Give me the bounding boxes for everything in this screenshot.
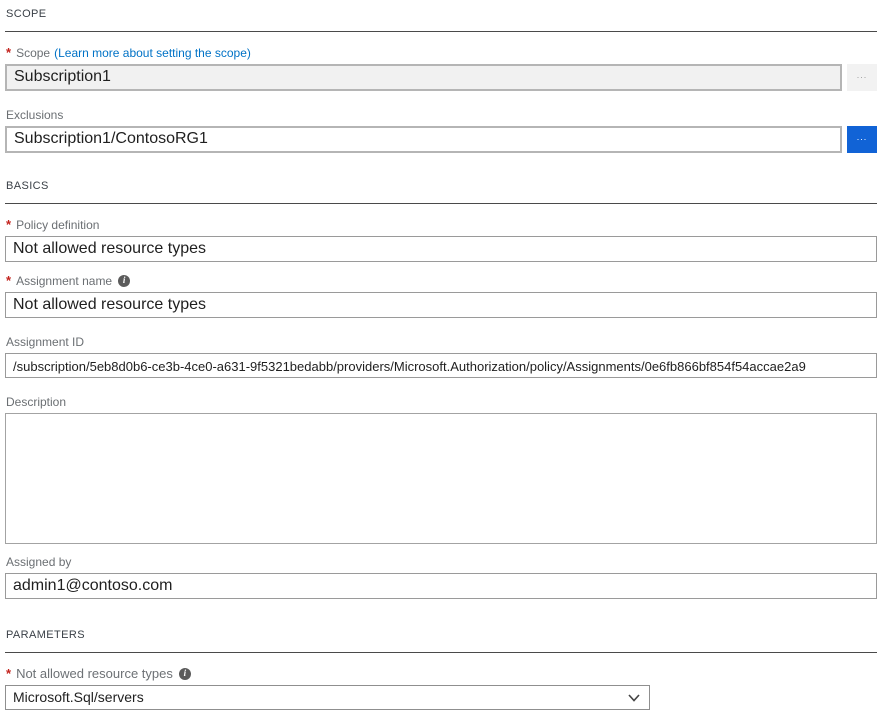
assignment-name-input[interactable]	[5, 292, 877, 318]
scope-learn-more-link[interactable]: (Learn more about setting the scope)	[54, 46, 251, 60]
not-allowed-resource-types-select[interactable]: Microsoft.Sql/servers	[5, 685, 650, 710]
exclusions-input-row: ...	[5, 126, 877, 153]
scope-label: * Scope (Learn more about setting the sc…	[6, 45, 877, 60]
assignment-id-label: Assignment ID	[6, 335, 877, 349]
scope-label-text: Scope	[16, 46, 50, 60]
policy-definition-input[interactable]	[5, 236, 877, 262]
scope-input-row: ...	[5, 64, 877, 91]
description-label-text: Description	[6, 395, 66, 409]
required-asterisk: *	[6, 666, 11, 681]
assignment-name-label: * Assignment name i	[6, 273, 877, 288]
chevron-down-icon	[628, 694, 640, 702]
policy-definition-label-text: Policy definition	[16, 218, 99, 232]
assigned-by-input[interactable]	[5, 573, 877, 599]
description-label: Description	[6, 395, 877, 409]
info-icon[interactable]: i	[179, 668, 191, 680]
assignment-name-label-text: Assignment name	[16, 274, 112, 288]
assignment-id-input[interactable]	[5, 353, 877, 378]
scope-section-header: SCOPE	[6, 8, 877, 20]
info-icon[interactable]: i	[118, 275, 130, 287]
not-allowed-resource-types-label: * Not allowed resource types i	[6, 666, 877, 681]
assigned-by-label: Assigned by	[6, 555, 877, 569]
not-allowed-resource-types-label-text: Not allowed resource types	[16, 666, 173, 681]
parameters-section-header: PARAMETERS	[6, 629, 877, 641]
required-asterisk: *	[6, 217, 11, 232]
policy-assignment-form: SCOPE * Scope (Learn more about setting …	[0, 0, 884, 710]
scope-input	[5, 64, 842, 91]
exclusions-label: Exclusions	[6, 108, 877, 122]
assignment-id-label-text: Assignment ID	[6, 335, 84, 349]
policy-definition-label: * Policy definition	[6, 217, 877, 232]
basics-section-header: BASICS	[6, 180, 877, 192]
required-asterisk: *	[6, 45, 11, 60]
required-asterisk: *	[6, 273, 11, 288]
scope-browse-button[interactable]: ...	[847, 64, 877, 91]
assigned-by-label-text: Assigned by	[6, 555, 71, 569]
exclusions-browse-button[interactable]: ...	[847, 126, 877, 153]
selected-option-text: Microsoft.Sql/servers	[13, 689, 144, 705]
section-divider	[5, 652, 877, 653]
section-divider	[5, 31, 877, 32]
section-divider	[5, 203, 877, 204]
description-textarea[interactable]	[5, 413, 877, 544]
exclusions-label-text: Exclusions	[6, 108, 63, 122]
exclusions-input[interactable]	[5, 126, 842, 153]
